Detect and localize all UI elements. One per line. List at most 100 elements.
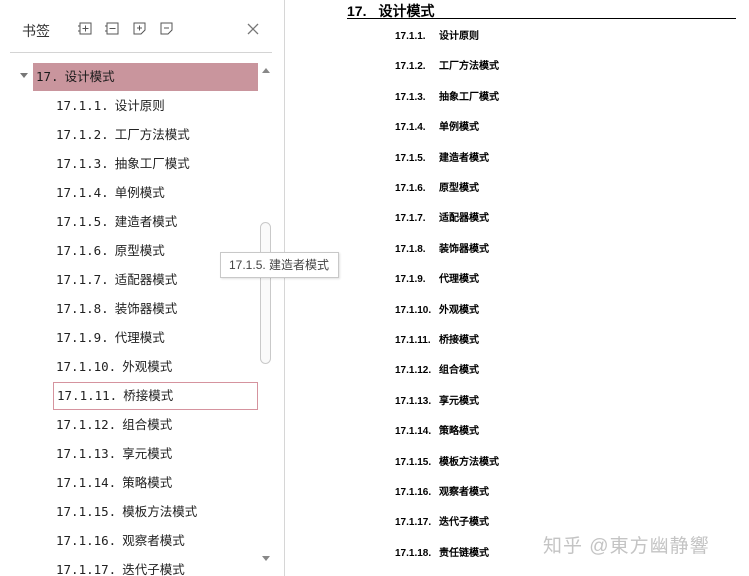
bookmark-number: 17.1.8. — [56, 301, 109, 316]
toc-entry-number: 17.1.18. — [395, 547, 432, 559]
toc-entry-title: 代理模式 — [439, 274, 479, 286]
bookmark-label: 策略模式 — [122, 475, 173, 490]
bookmark-item[interactable]: 17.1.13. 享元模式 — [53, 440, 258, 468]
toc-entry-title: 策略模式 — [439, 426, 479, 438]
toc-entry-title: 装饰器模式 — [439, 243, 489, 255]
delete-bookmark-icon[interactable] — [158, 20, 176, 38]
toc-entry-number: 17.1.9. — [395, 274, 426, 286]
bookmark-item[interactable]: 17.1.12. 组合模式 — [53, 411, 258, 439]
toc-entry-number: 17.1.5. — [395, 152, 426, 164]
bookmark-number: 17.1.1. — [56, 98, 109, 113]
chapter-number: 17. — [347, 3, 367, 19]
bookmark-number: 17.1.13. — [56, 446, 117, 461]
bookmark-label: 建造者模式 — [114, 214, 178, 229]
toc-entry: 17.1.12. 组合模式 — [395, 364, 479, 378]
bookmark-item[interactable]: 17.1.17. 迭代子模式 — [53, 556, 258, 576]
heading-rule — [347, 18, 736, 19]
bookmark-number: 17.1.11. — [57, 388, 118, 403]
toc-entry: 17.1.6. 原型模式 — [395, 182, 479, 196]
collapse-arrow-icon[interactable] — [20, 73, 28, 78]
bookmark-number: 17. — [36, 69, 59, 84]
toc-entry-number: 17.1.15. — [395, 456, 432, 468]
toc-entry: 17.1.15. 模板方法模式 — [395, 456, 499, 470]
bookmark-item[interactable]: 17.1.16. 观察者模式 — [53, 527, 258, 555]
bookmark-label: 原型模式 — [114, 243, 165, 258]
toc-entry-title: 责任链模式 — [439, 547, 489, 559]
toc-entry: 17.1.3. 抽象工厂模式 — [395, 91, 499, 105]
toc-entry-number: 17.1.3. — [395, 91, 426, 103]
toc-entry: 17.1.11. 桥接模式 — [395, 334, 479, 348]
toc-entry: 17.1.17. 迭代子模式 — [395, 516, 489, 530]
toc-entry-number: 17.1.13. — [395, 395, 432, 407]
bookmark-item-17[interactable]: 17. 设计模式 — [33, 63, 258, 91]
toc-entry: 17.1.7. 适配器模式 — [395, 212, 489, 226]
bookmark-label: 设计模式 — [64, 69, 115, 84]
bookmark-number: 17.1.6. — [56, 243, 109, 258]
bookmark-number: 17.1.17. — [56, 562, 117, 576]
collapse-all-icon[interactable] — [104, 20, 122, 38]
bookmark-number: 17.1.14. — [56, 475, 117, 490]
toc-entry-title: 适配器模式 — [439, 213, 489, 225]
expand-all-icon[interactable] — [77, 20, 95, 38]
toc-entry-number: 17.1.10. — [395, 304, 432, 316]
toc-entry-number: 17.1.8. — [395, 243, 426, 255]
bookmark-item[interactable]: 17.1.14. 策略模式 — [53, 469, 258, 497]
toc-entry-title: 抽象工厂模式 — [439, 91, 499, 103]
bookmark-label: 抽象工厂模式 — [114, 156, 190, 171]
bookmark-number: 17.1.12. — [56, 417, 117, 432]
toc-entry: 17.1.1. 设计原则 — [395, 30, 479, 44]
bookmark-number: 17.1.2. — [56, 127, 109, 142]
scrollbar-thumb[interactable] — [260, 222, 271, 364]
bookmark-number: 17.1.9. — [56, 330, 109, 345]
toc-entry: 17.1.4. 单例模式 — [395, 121, 479, 135]
bookmark-panel: 书签 17. 设计模式 17.1.1. 设计原则 17.1.2. 工厂方法模式 17.1.… — [0, 0, 285, 576]
bookmark-number: 17.1.15. — [56, 504, 117, 519]
bookmark-label: 装饰器模式 — [114, 301, 178, 316]
scroll-down-arrow-icon[interactable] — [262, 556, 270, 561]
bookmark-label: 迭代子模式 — [122, 562, 185, 576]
bookmark-tree: 17. 设计模式 17.1.1. 设计原则 17.1.2. 工厂方法模式 17.1.3. 抽… — [0, 62, 260, 576]
toc-entry-number: 17.1.4. — [395, 122, 426, 134]
bookmark-label: 代理模式 — [114, 330, 165, 345]
toc-entry-title: 组合模式 — [439, 365, 479, 377]
bookmark-item[interactable]: 17.1.8. 装饰器模式 — [53, 295, 258, 323]
bookmark-item[interactable]: 17.1.5. 建造者模式 — [53, 208, 258, 236]
toc-entry: 17.1.13. 享元模式 — [395, 395, 479, 409]
toc-entry-number: 17.1.6. — [395, 183, 426, 194]
header-divider — [10, 52, 272, 53]
bookmark-label: 单例模式 — [114, 185, 165, 200]
toc-entry-number: 17.1.16. — [395, 487, 432, 498]
close-icon[interactable] — [245, 21, 261, 37]
toc-entry: 17.1.16. 观察者模式 — [395, 486, 489, 500]
bookmark-label: 适配器模式 — [114, 272, 178, 287]
bookmark-item[interactable]: 17.1.15. 模板方法模式 — [53, 498, 258, 526]
bookmark-label: 桥接模式 — [123, 388, 174, 403]
add-bookmark-icon[interactable] — [131, 20, 149, 38]
bookmark-item[interactable]: 17.1.9. 代理模式 — [53, 324, 258, 352]
toc-entry-title: 工厂方法模式 — [439, 61, 499, 73]
tree-scrollbar[interactable] — [259, 62, 272, 576]
toc-entry: 17.1.2. 工厂方法模式 — [395, 60, 499, 74]
bookmark-label: 模板方法模式 — [122, 504, 198, 519]
bookmark-number: 17.1.3. — [56, 156, 109, 171]
toc-entry-title: 原型模式 — [439, 183, 479, 194]
bookmark-item[interactable]: 17.1.2. 工厂方法模式 — [53, 121, 258, 149]
toc-entry: 17.1.9. 代理模式 — [395, 273, 479, 287]
bookmark-label: 外观模式 — [122, 359, 173, 374]
bookmark-item[interactable]: 17.1.3. 抽象工厂模式 — [53, 150, 258, 178]
toc-entry: 17.1.18. 责任链模式 — [395, 547, 489, 561]
toc-entry-title: 外观模式 — [439, 304, 479, 316]
bookmark-item[interactable]: 17.1.4. 单例模式 — [53, 179, 258, 207]
toc-entry-number: 17.1.14. — [395, 426, 432, 438]
bookmark-item[interactable]: 17.1.1. 设计原则 — [53, 92, 258, 120]
bookmark-item[interactable]: 17.1.11. 桥接模式 — [53, 382, 258, 410]
toc-entry: 17.1.14. 策略模式 — [395, 425, 479, 439]
scroll-up-arrow-icon[interactable] — [262, 68, 270, 73]
toc-entry-title: 单例模式 — [439, 122, 479, 134]
toc-entry-title: 设计原则 — [439, 31, 479, 42]
bookmark-label: 工厂方法模式 — [114, 127, 190, 142]
bookmark-item[interactable]: 17.1.10. 外观模式 — [53, 353, 258, 381]
bookmark-panel-title: 书签 — [22, 24, 50, 40]
bookmark-label: 享元模式 — [122, 446, 173, 461]
toc-entry-number: 17.1.1. — [395, 31, 426, 42]
